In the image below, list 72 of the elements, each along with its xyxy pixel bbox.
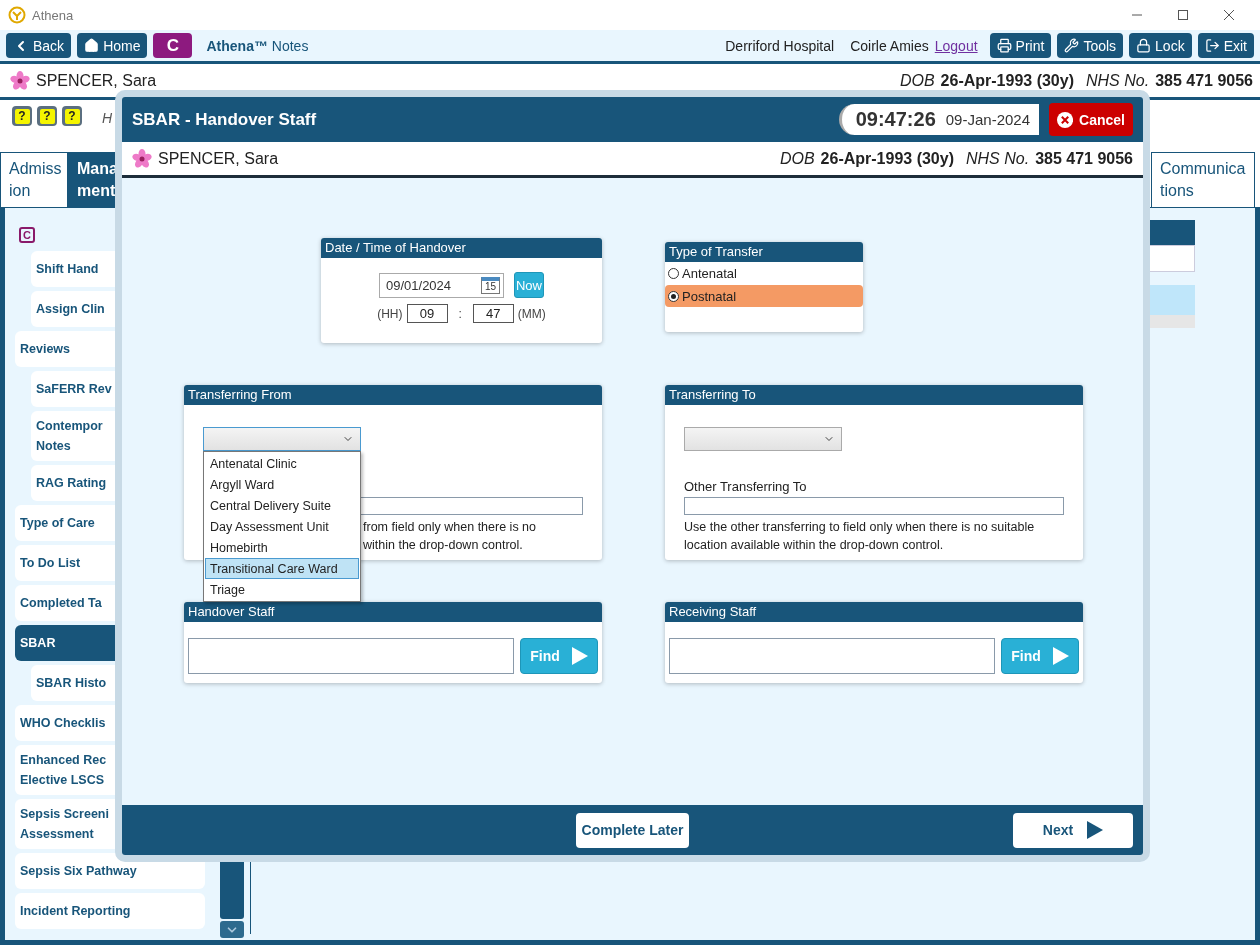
staff-field[interactable] (188, 638, 515, 674)
patient-name: SPENCER, Sara (158, 149, 279, 168)
play-icon (1087, 821, 1104, 839)
nhs-number: 385 471 9056 (1155, 71, 1253, 90)
minutes-label: (MM) (517, 306, 546, 321)
help-button[interactable]: ? (62, 106, 82, 126)
help-text: from field only when there is no (363, 519, 537, 536)
dropdown-option[interactable]: Transitional Care Ward (205, 558, 359, 579)
radio-option[interactable]: Postnatal (665, 285, 863, 307)
next-button[interactable]: Next (1013, 812, 1133, 848)
card-header: Handover Staff (184, 602, 602, 622)
dob-value: 26-Apr-1993 (30y) (820, 149, 954, 168)
home-button[interactable]: Home (77, 33, 148, 58)
c-button[interactable]: C (153, 33, 193, 58)
tools-button[interactable]: Tools (1057, 33, 1124, 58)
nhs-label: NHS No. (1086, 71, 1150, 90)
wrench-icon (1064, 38, 1080, 53)
play-icon (1052, 647, 1069, 665)
exit-icon (1204, 38, 1220, 53)
close-icon (1057, 109, 1074, 130)
tab[interactable]: Communica tions (1151, 152, 1255, 207)
card-header: Transferring To (665, 385, 1083, 405)
radio-option[interactable]: Antenatal (665, 262, 863, 284)
window-title: Athena (32, 7, 74, 23)
other-location-field[interactable] (684, 497, 1064, 515)
dialog-title: SBAR - Handover Staff (132, 109, 317, 130)
lock-button[interactable]: Lock (1129, 33, 1192, 58)
card-header: Type of Transfer (665, 242, 863, 262)
card-header: Transferring From (184, 385, 602, 405)
location-select[interactable] (684, 427, 842, 451)
app-brand: Athena™ Notes (206, 37, 309, 54)
c-badge: C (19, 227, 35, 243)
logo-icon (8, 6, 26, 24)
hint-text: H (102, 110, 113, 126)
scroll-down-button[interactable] (220, 921, 244, 938)
help-text: within the drop-down control. (363, 537, 524, 554)
dob-label: DOB (779, 149, 815, 168)
complete-later-button[interactable]: Complete Later (576, 812, 689, 848)
home-icon (84, 38, 100, 53)
tab[interactable]: Admiss ion (0, 152, 68, 207)
sidebar-item[interactable]: Incident Reporting (15, 893, 205, 929)
minutes-field[interactable]: 47 (472, 304, 514, 323)
hours-field[interactable]: 09 (406, 304, 448, 323)
lock-icon (1136, 38, 1152, 53)
nhs-number: 385 471 9056 (1035, 149, 1133, 168)
print-button[interactable]: Print (989, 33, 1052, 58)
clock-display: 09:47:26 09-Jan-2024 (838, 104, 1039, 135)
dob-value: 26-Apr-1993 (30y) (940, 71, 1074, 90)
card-header: Date / Time of Handover (321, 238, 602, 258)
nhs-label: NHS No. (966, 149, 1030, 168)
logout-link[interactable]: Logout (934, 37, 978, 54)
flower-icon (132, 148, 152, 169)
cancel-button[interactable]: Cancel (1049, 103, 1133, 136)
patient-name: SPENCER, Sara (36, 71, 157, 90)
exit-button[interactable]: Exit (1197, 33, 1254, 58)
printer-icon (996, 38, 1012, 53)
hospital-name: Derriford Hospital (725, 37, 835, 54)
staff-field[interactable] (669, 638, 996, 674)
location-select[interactable] (203, 427, 361, 451)
time-separator: : (458, 306, 462, 321)
dob-label: DOB (899, 71, 935, 90)
help-button[interactable]: ? (12, 106, 32, 126)
help-button[interactable]: ? (37, 106, 57, 126)
help-text: Use the other transferring to field only when there is no suitable location available within the drop-down control. (684, 519, 1036, 554)
field-label: Other Transferring To (684, 479, 808, 493)
back-button[interactable]: Back (6, 33, 72, 58)
card-header: Receiving Staff (665, 602, 1083, 622)
flower-icon (10, 70, 30, 91)
hours-label: (HH) (377, 306, 403, 321)
user-name: Coirle Amies (850, 37, 929, 54)
date-field[interactable]: 09/01/2024 15 (379, 272, 504, 298)
play-icon (571, 647, 588, 665)
